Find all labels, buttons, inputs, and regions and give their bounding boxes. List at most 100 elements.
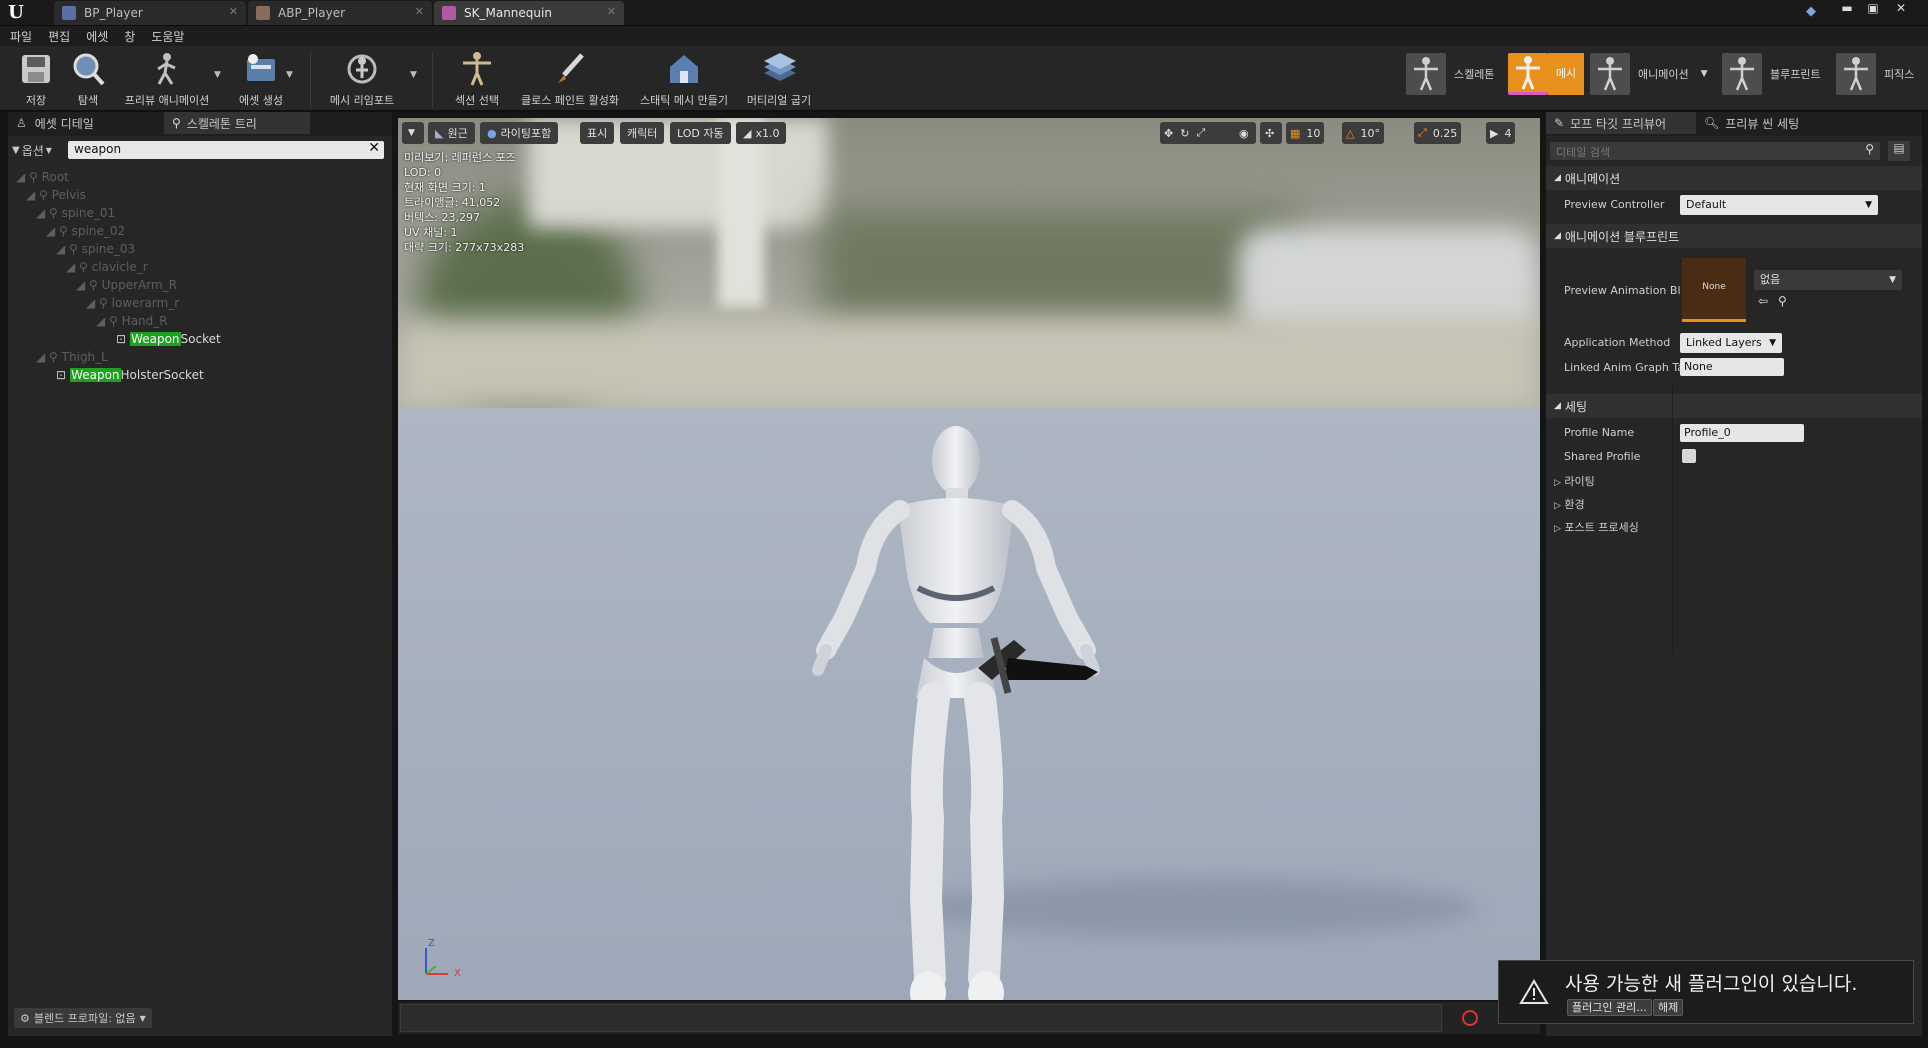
tree-row[interactable]: ◢ ⚲ spine_01 bbox=[36, 204, 115, 222]
mode-skeleton-button[interactable]: 스켈레톤 bbox=[1406, 52, 1494, 96]
tree-row[interactable]: ◢ ⚲ Pelvis bbox=[26, 186, 86, 204]
blend-profile-dropdown[interactable]: ⚙ 블렌드 프로파일: 없음 ▼ bbox=[14, 1008, 152, 1028]
mode-animation-button[interactable]: 애니메이션 ▼ bbox=[1590, 52, 1708, 96]
post-process-category[interactable]: ▷ 포스트 프로세싱 bbox=[1554, 519, 1639, 535]
section-select-button[interactable]: 섹션 선택 bbox=[450, 50, 504, 110]
expander-icon[interactable]: ◢ ⚲ bbox=[76, 278, 98, 292]
tree-row[interactable]: ◢ ⚲ Root bbox=[16, 168, 69, 186]
menu-file[interactable]: 파일 bbox=[10, 28, 32, 45]
menu-asset[interactable]: 에셋 bbox=[86, 28, 108, 45]
rotate-icon[interactable]: ↻ bbox=[1180, 127, 1189, 140]
tab-preview-scene[interactable]: 🔍︎ 프리뷰 씬 세팅 bbox=[1696, 112, 1846, 134]
preview-anim-dropdown-icon[interactable]: ▼ bbox=[214, 70, 221, 80]
expander-icon[interactable]: ◢ ⚲ bbox=[16, 170, 38, 184]
options-dropdown[interactable]: ▼ 옵션 ▼ bbox=[12, 142, 52, 159]
shared-profile-checkbox[interactable] bbox=[1682, 449, 1696, 463]
tab-morph-target[interactable]: ✎ 모프 타깃 프리뷰어 bbox=[1546, 112, 1696, 134]
tree-row[interactable]: ◢ ⚲ UpperArm_R bbox=[76, 276, 177, 294]
section-settings[interactable]: ◢ 세팅 bbox=[1546, 394, 1922, 418]
bake-material-button[interactable]: 머티리얼 굽기 bbox=[740, 50, 818, 110]
tab-sk-mannequin[interactable]: SK_Mannequin ✕ bbox=[434, 1, 624, 25]
details-search-input[interactable]: 디테일 검색 ⚲ bbox=[1550, 142, 1880, 160]
profile-name-field[interactable]: Profile_0 bbox=[1680, 424, 1804, 442]
mode-physics-button[interactable]: 피직스 bbox=[1836, 52, 1914, 96]
anim-bp-combo[interactable]: 없음 ▼ bbox=[1754, 270, 1902, 290]
mode-blueprint-button[interactable]: 블루프린트 bbox=[1722, 52, 1821, 96]
tab-skeleton-tree[interactable]: ⚲ 스켈레톤 트리 bbox=[164, 112, 310, 134]
browse-asset-icon[interactable]: ⚲ bbox=[1778, 294, 1787, 308]
tab-bp-player[interactable]: BP_Player ✕ bbox=[54, 1, 246, 25]
tree-row[interactable]: ◢ ⚲ Hand_R bbox=[96, 312, 168, 330]
socket-row[interactable]: ⊡ Weapon HolsterSocket bbox=[56, 366, 204, 384]
surface-snap-toggle[interactable]: ✣ bbox=[1260, 122, 1282, 144]
lighting-category[interactable]: ▷ 라이팅 bbox=[1554, 473, 1595, 489]
show-button[interactable]: 표시 bbox=[580, 122, 615, 144]
expander-icon[interactable]: ◢ ⚲ bbox=[56, 242, 78, 256]
tree-row[interactable]: ◢ ⚲ Thigh_L bbox=[36, 348, 108, 366]
expander-icon[interactable]: ◢ ⚲ bbox=[36, 350, 58, 364]
tree-row[interactable]: ◢ ⚲ spine_03 bbox=[56, 240, 135, 258]
make-asset-button[interactable]: 에셋 생성 bbox=[234, 50, 288, 110]
tree-row[interactable]: ◢ ⚲ clavicle_r bbox=[66, 258, 148, 276]
browse-button[interactable]: 탐색 bbox=[66, 50, 110, 110]
perspective-button[interactable]: ◣ 원근 bbox=[428, 122, 475, 144]
manage-plugins-button[interactable]: 플러그인 관리... bbox=[1567, 999, 1652, 1016]
maximize-button[interactable]: ▣ bbox=[1862, 0, 1884, 16]
expander-icon[interactable]: ◢ ⚲ bbox=[36, 206, 58, 220]
lighting-button[interactable]: ● 라이팅포함 bbox=[480, 122, 559, 144]
menu-edit[interactable]: 편집 bbox=[48, 28, 70, 45]
reimport-dropdown-icon[interactable]: ▼ bbox=[410, 70, 417, 80]
notification-icon[interactable]: ◆ bbox=[1806, 4, 1822, 20]
application-method-combo[interactable]: Linked Layers ▼ bbox=[1680, 333, 1782, 353]
translate-icon[interactable]: ✥ bbox=[1164, 127, 1173, 140]
section-anim-blueprint[interactable]: ◢ 애니메이션 블루프린트 bbox=[1546, 224, 1922, 248]
expander-icon[interactable]: ◢ ⚲ bbox=[96, 314, 118, 328]
view-options-icon[interactable]: ▤ bbox=[1888, 141, 1910, 161]
expander-icon[interactable]: ◢ ⚲ bbox=[46, 224, 68, 238]
tab-abp-player[interactable]: ABP_Player ✕ bbox=[248, 1, 432, 25]
close-icon[interactable]: ✕ bbox=[607, 5, 616, 18]
camera-speed-button[interactable]: ▶ 4 bbox=[1486, 122, 1516, 144]
close-icon[interactable]: ✕ bbox=[229, 5, 238, 18]
clear-search-icon[interactable]: ✕ bbox=[368, 140, 380, 156]
menu-help[interactable]: 도움말 bbox=[151, 28, 184, 45]
scale-icon[interactable]: ⤢ bbox=[1196, 126, 1205, 140]
animation-dropdown-icon[interactable]: ▼ bbox=[1701, 69, 1708, 79]
rotation-snap-button[interactable]: △ 10° bbox=[1342, 122, 1384, 144]
mesh-reimport-button[interactable]: 메시 리임포트 bbox=[324, 50, 400, 110]
use-selected-icon[interactable]: ⇦ bbox=[1758, 294, 1768, 308]
grid-snap-button[interactable]: ▦ 10 bbox=[1286, 122, 1325, 144]
expander-icon[interactable]: ◢ ⚲ bbox=[66, 260, 88, 274]
lod-button[interactable]: LOD 자동 bbox=[670, 122, 731, 144]
expander-icon[interactable]: ◢ ⚲ bbox=[26, 188, 48, 202]
preview-controller-combo[interactable]: Default ▼ bbox=[1680, 195, 1878, 215]
minimize-button[interactable]: ▬ bbox=[1836, 0, 1858, 16]
linked-anim-graph-field[interactable]: None bbox=[1680, 358, 1784, 376]
search-input[interactable]: weapon ✕ bbox=[68, 140, 384, 159]
menu-window[interactable]: 창 bbox=[124, 28, 135, 45]
make-static-mesh-button[interactable]: 스태틱 메시 만들기 bbox=[636, 50, 732, 110]
mannequin-mesh[interactable] bbox=[768, 418, 1168, 1000]
expander-icon[interactable]: ◢ ⚲ bbox=[86, 296, 108, 310]
transform-tools[interactable]: ✥ ↻ ⤢ bbox=[1160, 122, 1238, 144]
viewport-options-button[interactable]: ▼ bbox=[402, 122, 424, 144]
asset-thumbnail[interactable]: None bbox=[1682, 258, 1746, 322]
cloth-paint-button[interactable]: 클로스 페인트 활성화 bbox=[514, 50, 626, 110]
play-speed-button[interactable]: ◢ x1.0 bbox=[736, 122, 787, 144]
section-animation[interactable]: ◢ 애니메이션 bbox=[1546, 166, 1922, 190]
record-icon[interactable] bbox=[1462, 1010, 1478, 1026]
viewport[interactable]: ▼ ◣ 원근 ● 라이팅포함 표시 캐릭터 LOD 자동 ◢ x1.0 ✥ ↻ ⤢ ◉… bbox=[398, 118, 1540, 1000]
tree-row[interactable]: ◢ ⚲ lowerarm_r bbox=[86, 294, 179, 312]
character-button[interactable]: 캐릭터 bbox=[620, 122, 665, 144]
environment-category[interactable]: ▷ 환경 bbox=[1554, 496, 1585, 512]
socket-row[interactable]: ⊡ Weapon Socket bbox=[116, 330, 221, 348]
close-icon[interactable]: ✕ bbox=[415, 5, 424, 18]
timeline-track[interactable] bbox=[400, 1004, 1442, 1032]
tab-asset-details[interactable]: ♙ 에셋 디테일 bbox=[8, 112, 164, 134]
make-asset-dropdown-icon[interactable]: ▼ bbox=[286, 70, 293, 80]
tree-row[interactable]: ◢ ⚲ spine_02 bbox=[46, 222, 125, 240]
dismiss-button[interactable]: 해제 bbox=[1653, 999, 1684, 1016]
scale-snap-button[interactable]: ⤢ 0.25 bbox=[1414, 122, 1462, 144]
close-button[interactable]: ✕ bbox=[1890, 0, 1912, 16]
preview-animation-button[interactable]: 프리뷰 애니메이션 bbox=[118, 50, 216, 110]
